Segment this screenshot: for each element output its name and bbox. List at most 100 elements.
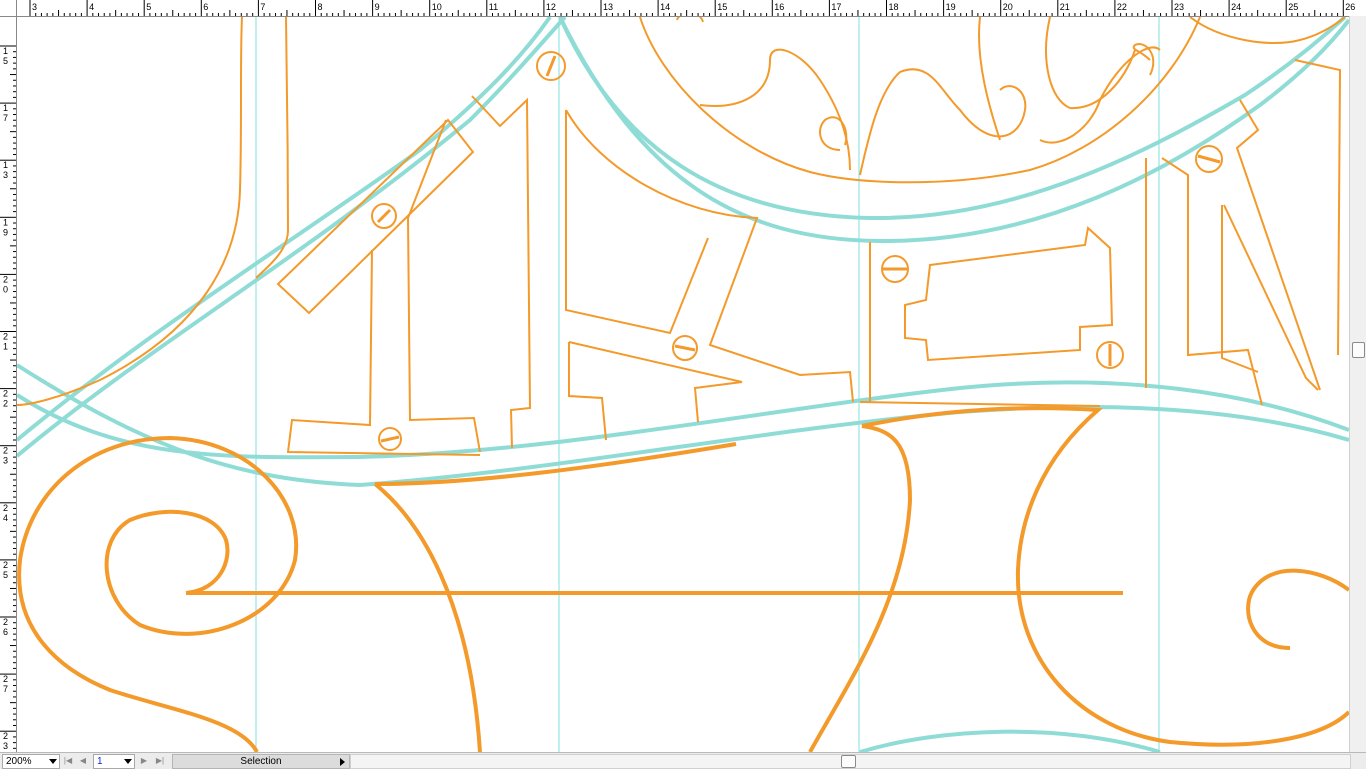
vertical-scroll-thumb[interactable] [1352,342,1365,358]
ruler-label: 23 [1174,2,1184,12]
ruler-label: 14 [660,2,670,12]
curve-right [861,406,1349,747]
chevron-down-icon [49,759,57,764]
spiral-right [1246,568,1349,650]
ruler-label: 11 [489,2,498,12]
page-number-field[interactable]: 1 [93,754,135,769]
ruler-label: 8 [318,2,323,12]
ruler-label: 3 [3,741,8,751]
panel-right-inner [904,226,1114,362]
ruler-label: 19 [946,2,956,12]
horizontal-scrollbar[interactable] [350,754,1351,769]
wing-top-thin [859,401,1101,407]
dome-outline [639,17,1201,184]
tool-mode-label: Selection [240,756,282,767]
orange-outlines [17,17,1346,456]
ruler-label: 24 [1231,2,1241,12]
dome-curl-a [819,116,848,151]
ruler-label: 4 [89,2,94,12]
panel-lower-left [286,249,481,456]
drawing-canvas[interactable] [17,17,1349,752]
ruler-label: 2 [3,674,8,684]
tool-mode-display[interactable]: Selection [172,754,350,769]
panel-bottom-wedge [568,341,743,423]
status-bar: 200% |◀ ◀ 1 ▶ ▶| Selection [0,752,1366,769]
ruler-label: 2 [3,399,8,409]
dome-top-curl [676,17,704,23]
ruler-label: 18 [889,2,899,12]
ruler-label: 1 [3,217,8,227]
panel-diagonal [276,118,475,315]
horizontal-scroll-thumb[interactable] [841,755,856,768]
ruler-label: 2 [3,274,8,284]
curve-center-left [373,482,482,752]
ruler-label: 13 [603,2,613,12]
orange-thick [17,406,1349,752]
dome-swirl-c [1039,46,1161,144]
ruler-label: 12 [546,2,556,12]
cyan-arc-left-inner [17,17,567,458]
ruler-label: 2 [3,731,8,741]
page-number-value: 1 [97,756,103,767]
ruler-label: 5 [3,570,8,580]
ruler-label: 4 [3,513,8,523]
chevron-down-icon [124,759,132,764]
ruler-label: 9 [3,227,8,237]
ruler-label: 5 [3,56,8,66]
ruler-label: 7 [260,2,265,12]
play-icon [340,758,345,766]
horizontal-ruler[interactable]: 3 4 5 6 7 8 9 10 11 12 13 14 15 16 17 18 19 20 21 22 23 24 25 2… [0,0,1366,17]
ruler-label: 2 [3,560,8,570]
dome-swirl-b [859,68,1027,176]
panel-far-right-b [1221,205,1259,373]
ruler-label: 1 [3,46,8,56]
first-page-icon[interactable]: |◀ [62,754,74,767]
ruler-label: 26 [1345,2,1355,12]
horizontal-ruler-ticks: 3 4 5 6 7 8 9 10 11 12 13 14 15 16 17 18 19 20 21 22 23 24 25 2… [29,0,1355,16]
next-page-icon[interactable]: ▶ [138,754,150,767]
ruler-label: 6 [3,627,8,637]
ruler-label: 1 [3,103,8,113]
vertical-ruler[interactable]: 15171319202122232425262723 [0,16,17,752]
ruler-label: 16 [774,2,784,12]
left-column-inner [255,17,290,279]
vertical-scrollbar[interactable] [1349,16,1366,752]
ruler-label: 2 [3,503,8,513]
panel-far-right-d [1235,99,1321,391]
curve-center-right [808,424,913,752]
dome-line-a [978,17,1001,141]
ruler-label: 3 [32,2,37,12]
ruler-label: 20 [1003,2,1013,12]
ruler-label: 1 [3,160,8,170]
ruler-label: 6 [203,2,208,12]
ruler-label: 0 [3,284,8,294]
panel-center-left [406,119,481,453]
ruler-label: 7 [3,684,8,694]
panel-middle [565,109,854,403]
panel-far-right-c [1223,204,1319,391]
panel-upright [471,95,532,449]
ruler-label: 2 [3,446,8,456]
ruler-label: 22 [1117,2,1127,12]
vertical-ruler-ticks: 15171319202122232425262723 [0,45,16,751]
ruler-label: 2 [3,617,8,627]
dome-line-b [1045,17,1136,110]
ruler-corner [0,0,17,17]
zoom-dropdown[interactable]: 200% [2,754,60,769]
prev-page-icon[interactable]: ◀ [77,754,89,767]
ruler-label: 21 [1060,2,1070,12]
ruler-label: 2 [3,389,8,399]
zoom-value: 200% [6,756,32,767]
ruler-label: 10 [432,2,442,12]
left-column-outer [17,17,243,406]
ruler-label: 2 [3,332,8,342]
cyan-arc-bottom [859,729,1161,752]
panel-bottom-left [568,342,607,441]
cyan-arc-top-outer [558,17,1347,221]
cyan-arc-top-inner [558,17,1349,244]
cyan-paths [17,17,1349,752]
ruler-label: 17 [831,2,841,12]
last-page-icon[interactable]: ▶| [154,754,166,767]
ruler-label: 5 [146,2,151,12]
ruler-label: 1 [3,342,8,352]
